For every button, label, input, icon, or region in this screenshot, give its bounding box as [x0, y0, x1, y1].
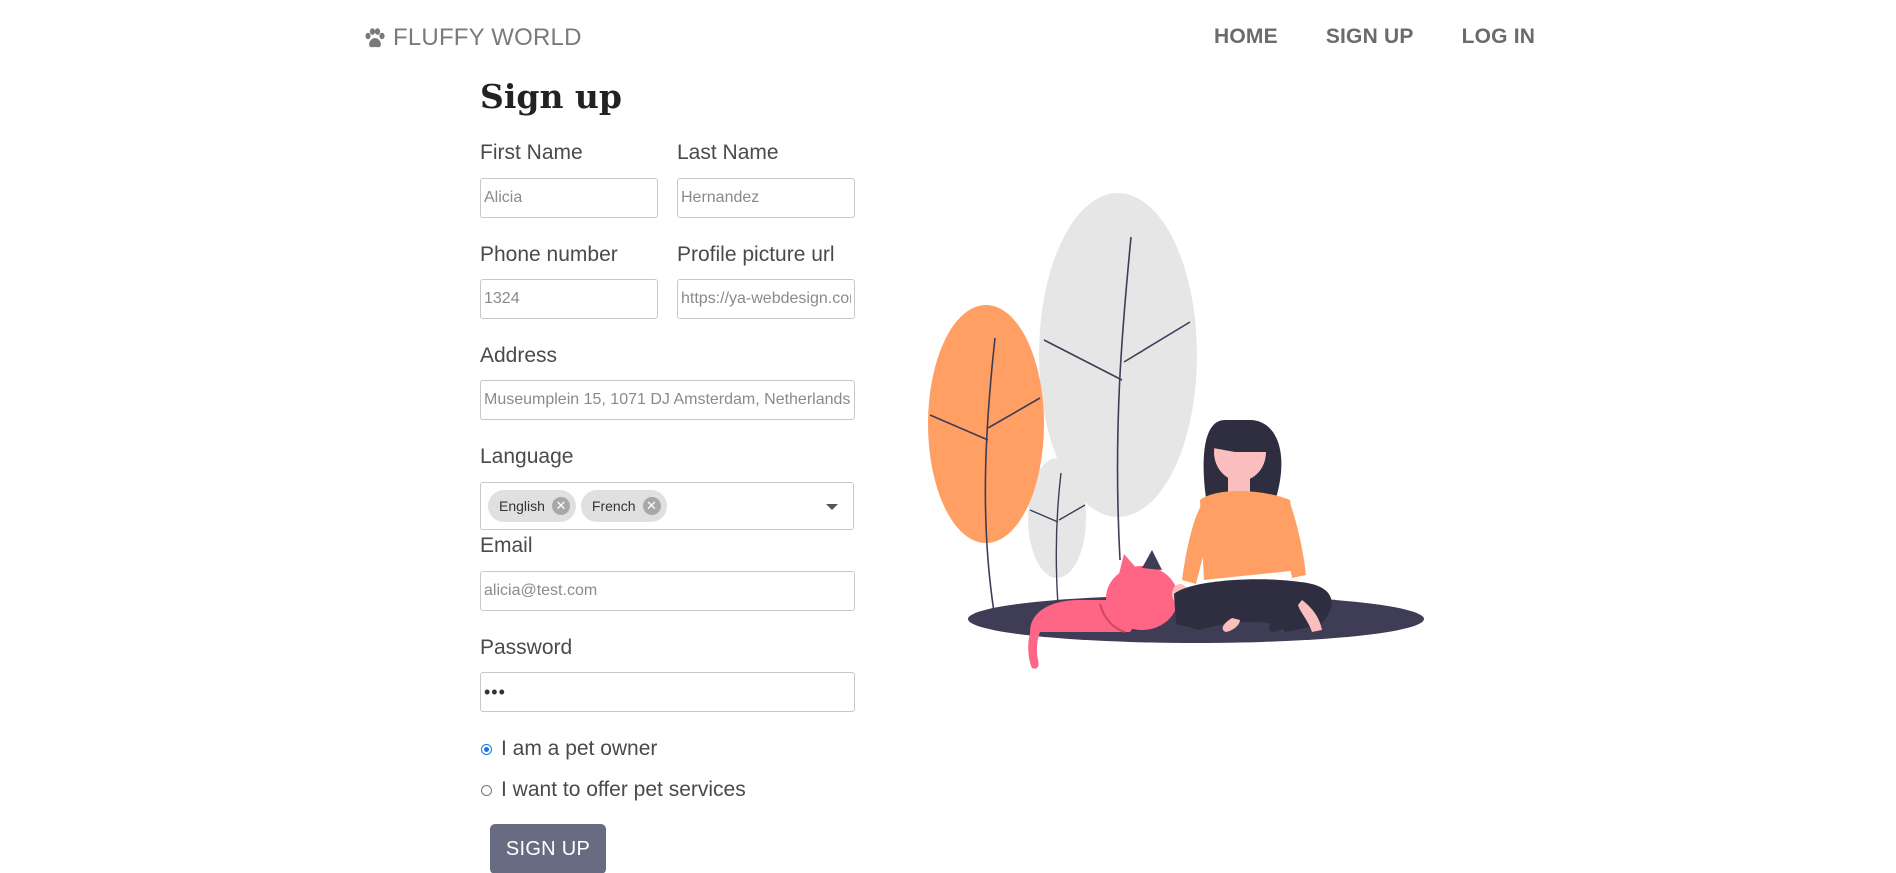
signup-page: FLUFFY WORLD HOME SIGN UP LOG IN Sign up…: [0, 0, 1896, 873]
woman-with-cat-illustration: [928, 193, 1424, 669]
woman-figure: [1172, 420, 1332, 632]
